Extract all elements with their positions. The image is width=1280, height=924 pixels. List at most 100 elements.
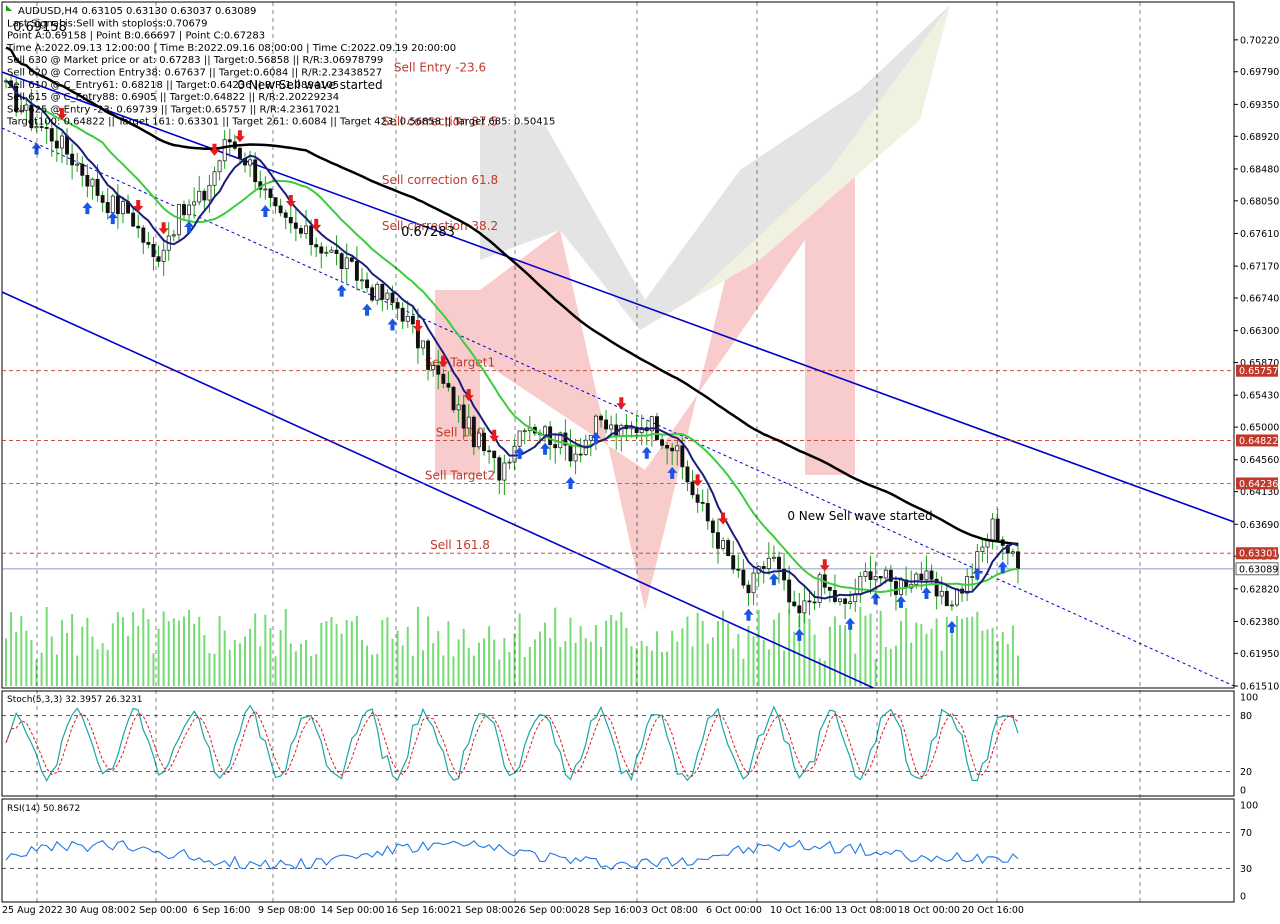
candle-body <box>660 439 664 446</box>
candle-body <box>827 586 832 591</box>
candle-body <box>151 244 156 258</box>
level-tag-text: 0.64236 <box>1239 479 1278 490</box>
candle-body <box>405 315 410 322</box>
candle-body <box>609 424 614 430</box>
candle-body <box>710 520 715 533</box>
candle-body <box>736 568 741 571</box>
stoch-tick-label: 20 <box>1240 767 1252 778</box>
candle-body <box>293 222 298 229</box>
level-tag-text: 0.63301 <box>1239 549 1278 560</box>
candle-body <box>497 457 502 481</box>
candle-body <box>75 163 80 166</box>
candle-body <box>319 246 324 254</box>
candle-body <box>146 242 151 245</box>
candle-body <box>278 205 283 214</box>
price-tick-label: 0.67610 <box>1240 229 1279 240</box>
candle-body <box>461 404 466 429</box>
candle-body <box>344 257 349 270</box>
info-line-3: Time A:2022.09.13 12:00:00 | Time B:2022… <box>6 43 456 54</box>
price-tag-label: 0.67283 <box>401 225 455 240</box>
candle-body <box>751 572 756 594</box>
candle-body <box>741 569 746 586</box>
candle-body <box>599 415 603 421</box>
candle-body <box>863 571 868 577</box>
date-label: 3 Oct 08:00 <box>642 905 698 916</box>
candle-body <box>141 227 146 243</box>
info-line-2: Point A:0.69158 | Point B:0.66697 | Poin… <box>7 31 265 42</box>
candle-body <box>680 445 685 468</box>
candle-body <box>365 279 370 289</box>
candle-body <box>54 140 59 149</box>
price-tick-label: 0.65430 <box>1240 391 1279 402</box>
date-label: 10 Oct 16:00 <box>770 905 832 916</box>
candle-body <box>858 576 863 595</box>
candle-body <box>726 540 731 557</box>
candle-body <box>334 249 339 254</box>
candle-body <box>171 234 176 237</box>
stoch-tick-label: 100 <box>1240 693 1258 704</box>
info-line-1: Last Signal is:Sell with stoploss:0.7067… <box>7 18 208 29</box>
level-label-0: Sell Entry -23.6 <box>394 60 486 74</box>
candle-body <box>777 556 781 570</box>
info-line-7: Sell 615 @ C_Entry88: 0.6905 || Target:0… <box>7 92 339 103</box>
candle-body <box>451 386 456 411</box>
candle-body <box>85 174 90 187</box>
candle-body <box>670 447 675 452</box>
candle-body <box>619 424 624 437</box>
candle-body <box>375 283 380 301</box>
candle-body <box>553 444 558 449</box>
candle-body <box>192 201 197 206</box>
new-sell-wave-label: 0 New Sell wave started <box>787 509 932 523</box>
chart-canvas: Sell Entry -23.6Sell correction 87.5Sell… <box>1 1 1279 916</box>
candle-body <box>299 228 303 234</box>
candle-body <box>314 244 319 248</box>
candle-body <box>471 416 476 448</box>
rsi-tick-label: 30 <box>1240 864 1252 875</box>
candle-body <box>390 292 395 303</box>
price-tick-label: 0.68920 <box>1240 132 1279 143</box>
candle-body <box>690 481 695 496</box>
candle-body <box>354 261 359 281</box>
candle-body <box>100 195 105 203</box>
candle-body <box>110 195 115 213</box>
date-label: 16 Sep 16:00 <box>386 905 449 916</box>
candle-body <box>929 570 934 580</box>
date-label: 14 Sep 00:00 <box>321 905 384 916</box>
candle-body <box>700 502 705 504</box>
candle-body <box>410 315 415 325</box>
candle-body <box>70 153 75 166</box>
candle-body <box>492 450 497 459</box>
candle-body <box>771 556 776 559</box>
price-tick-label: 0.68050 <box>1240 196 1279 207</box>
candle-body <box>1016 551 1020 569</box>
candle-body <box>512 445 517 463</box>
candle-body <box>939 590 944 597</box>
candle-body <box>197 190 202 203</box>
candle-body <box>522 430 527 433</box>
candle-body <box>919 573 924 581</box>
candle-body <box>990 518 995 541</box>
date-label: 25 Aug 2022 <box>2 905 63 916</box>
rsi-tick-label: 100 <box>1240 801 1258 812</box>
level-label-7: Sell 161.8 <box>430 538 490 552</box>
candle-body <box>349 257 354 262</box>
candle-body <box>482 432 486 452</box>
candle-body <box>80 163 85 176</box>
candle-body <box>441 373 446 384</box>
candle-body <box>573 453 578 462</box>
candle-body <box>59 135 64 149</box>
price-tick-label: 0.61950 <box>1240 649 1279 660</box>
candle-body <box>893 581 898 595</box>
candle-body <box>629 427 634 430</box>
candle-body <box>980 546 985 552</box>
candle-body <box>843 598 848 604</box>
candle-body <box>792 601 797 607</box>
candle-body <box>456 404 461 411</box>
candle-body <box>807 600 812 603</box>
stoch-tick-label: 80 <box>1240 711 1252 722</box>
price-tick-label: 0.63690 <box>1240 520 1279 531</box>
date-label: 6 Sep 16:00 <box>193 905 250 916</box>
candle-body <box>802 600 807 614</box>
date-label: 2 Sep 00:00 <box>130 905 187 916</box>
candle-body <box>90 178 95 187</box>
